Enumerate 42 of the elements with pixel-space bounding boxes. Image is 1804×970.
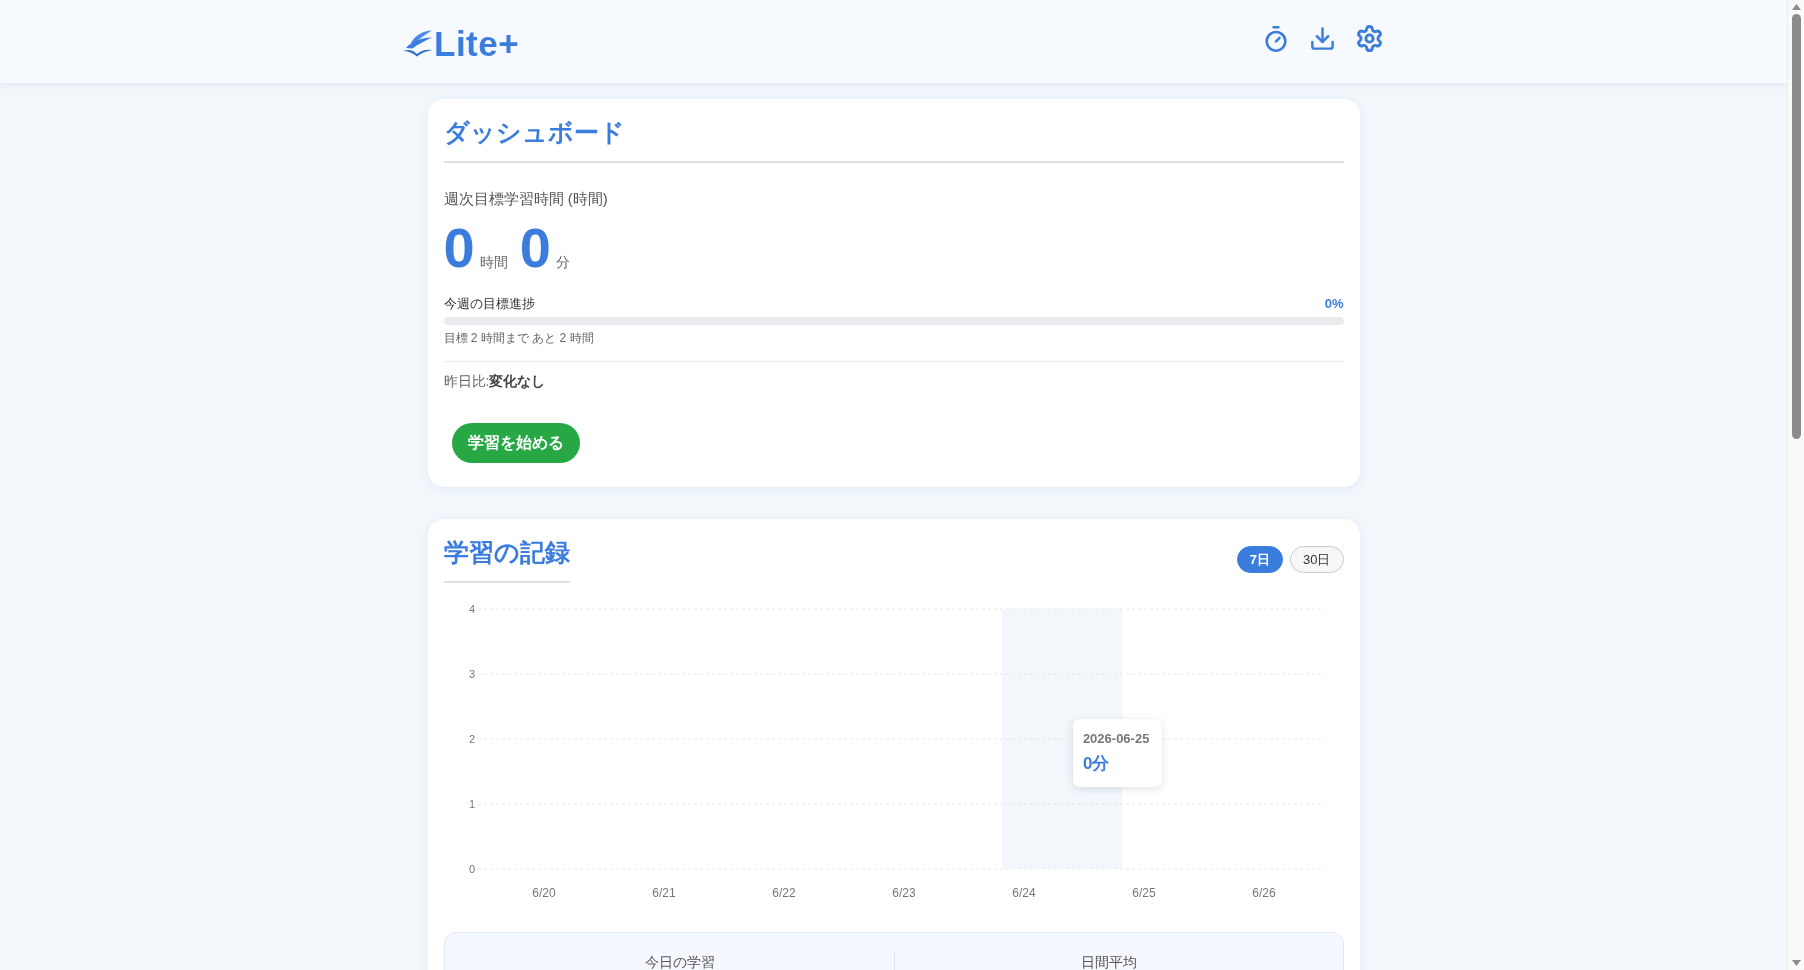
- hours-value: 0: [443, 220, 475, 276]
- x-axis-label: 6/25: [1131, 886, 1156, 900]
- download-icon: [1309, 25, 1336, 52]
- tooltip-value: 0分: [1082, 753, 1111, 775]
- x-axis-label: 6/23: [891, 886, 916, 900]
- settings-icon: [1355, 24, 1384, 53]
- minutes-value: 0: [519, 220, 551, 276]
- y-axis-label: 2: [468, 733, 475, 745]
- y-axis-label: 3: [468, 668, 475, 680]
- goal-label: 週次目標学習時間 (時間): [443, 189, 609, 209]
- range-tab[interactable]: 7日: [1236, 546, 1284, 573]
- y-axis-label: 1: [468, 798, 475, 810]
- scroll-down-arrow-icon[interactable]: [1791, 960, 1801, 966]
- progress-note: 目標 2 時間まで あと 2 時間: [443, 330, 595, 347]
- stopwatch-button[interactable]: [1262, 24, 1290, 53]
- scrollbar-thumb[interactable]: [1791, 14, 1801, 439]
- swoosh-logo-icon: [403, 30, 433, 57]
- summary-label: 今日の学習: [645, 953, 715, 970]
- logo-text: Lite+: [434, 23, 520, 64]
- y-axis-label: 4: [468, 603, 475, 615]
- progress-percent: 0%: [1324, 295, 1344, 313]
- card-title: 学習の記録: [443, 535, 570, 583]
- x-axis-label: 6/22: [771, 886, 796, 900]
- scroll-up-arrow-icon[interactable]: [1791, 4, 1801, 10]
- scrollbar[interactable]: [1787, 0, 1804, 970]
- x-axis-label: 6/20: [531, 886, 556, 900]
- summary-label: 日間平均: [1080, 953, 1137, 970]
- range-tab[interactable]: 30日: [1290, 546, 1344, 573]
- y-axis-label: 0: [468, 863, 475, 875]
- start-study-button[interactable]: 学習を始める: [451, 423, 580, 463]
- x-axis-label: 6/21: [651, 886, 676, 900]
- progress-label: 今週の目標進捗: [443, 295, 535, 313]
- settings-button[interactable]: [1355, 24, 1384, 53]
- download-button[interactable]: [1309, 25, 1336, 52]
- stopwatch-icon: [1262, 24, 1290, 53]
- x-axis-label: 6/24: [1011, 886, 1036, 900]
- minutes-unit: 分: [555, 254, 570, 272]
- card-title: ダッシュボード: [443, 115, 1344, 163]
- x-axis-label: 6/26: [1251, 886, 1276, 900]
- tooltip-date: 2026-06-25: [1082, 731, 1151, 747]
- hours-unit: 時間: [479, 254, 508, 272]
- comparison-text: 昨日比:変化なし: [443, 372, 547, 391]
